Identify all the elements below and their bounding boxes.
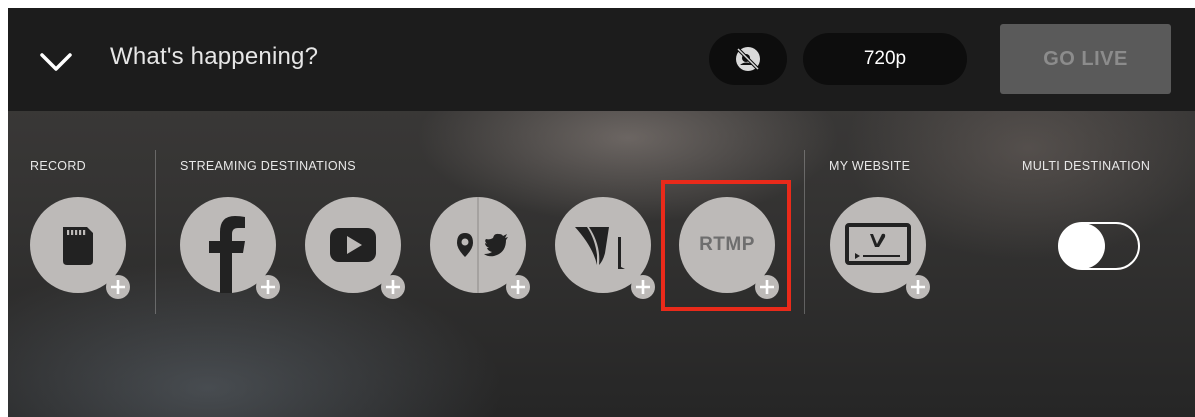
status-input[interactable]: What's happening? [110,43,318,71]
youtube-destination-button[interactable] [305,197,405,299]
section-divider [804,150,805,314]
resolution-selector[interactable]: 720p [803,33,967,85]
section-label-multi: MULTI DESTINATION [1022,159,1151,173]
camera-off-icon [736,47,760,71]
section-label-website: MY WEBSITE [829,159,911,173]
stream-setup-panel: What's happening? 720p GO LIVE RECORD ST… [8,8,1195,417]
rtmp-highlight-box [661,180,791,311]
add-icon [106,275,130,299]
facebook-destination-button[interactable] [180,197,280,299]
livestream-destination-button[interactable] [555,197,655,299]
record-destination-button[interactable] [30,197,130,299]
section-label-record: RECORD [30,159,86,173]
top-bar: What's happening? 720p GO LIVE [8,8,1195,111]
toggle-knob [1059,223,1105,269]
section-divider [155,150,156,314]
section-label-streaming: STREAMING DESTINATIONS [180,159,356,173]
periscope-twitter-destination-button[interactable] [430,197,530,299]
add-icon [631,275,655,299]
multi-destination-toggle[interactable] [1058,222,1140,270]
camera-toggle-button[interactable] [709,33,787,85]
my-website-destination-button[interactable] [830,197,930,299]
add-icon [506,275,530,299]
go-live-button[interactable]: GO LIVE [1000,24,1171,94]
add-icon [256,275,280,299]
add-icon [381,275,405,299]
chevron-down-icon[interactable] [36,46,76,76]
add-icon [906,275,930,299]
